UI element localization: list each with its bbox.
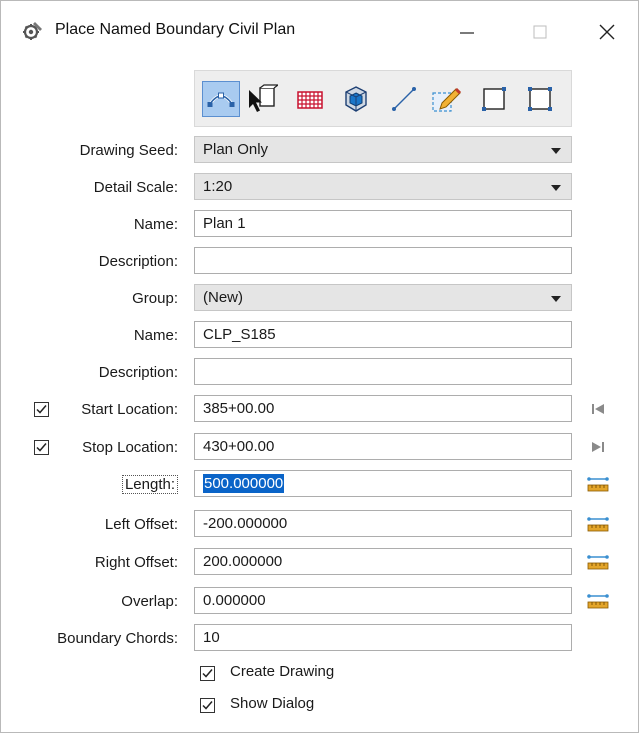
drawing-name-input[interactable]: Plan 1: [194, 210, 572, 237]
create-drawing-label[interactable]: Create Drawing: [230, 663, 334, 680]
create-drawing-checkbox[interactable]: [200, 666, 215, 681]
grid-tool-icon: [297, 91, 323, 109]
ruler-icon: [587, 594, 609, 609]
start-location-input[interactable]: 385+00.00: [194, 395, 572, 422]
group-value: (New): [203, 289, 243, 306]
chevron-down-icon: [551, 185, 561, 191]
length-measure-button[interactable]: [587, 473, 609, 495]
right-offset-measure-button[interactable]: [587, 551, 609, 573]
close-button[interactable]: [587, 11, 627, 53]
drawing-seed-label: Drawing Seed:: [79, 142, 178, 159]
drawing-seed-value: Plan Only: [203, 141, 269, 158]
checkmark-icon: [36, 405, 47, 414]
drawing-description-input[interactable]: [194, 247, 572, 274]
checkmark-icon: [202, 669, 213, 678]
go-to-start-icon: [592, 404, 604, 414]
shape-tool-button[interactable]: [523, 82, 557, 116]
length-value: 500.000000: [203, 474, 285, 493]
civil-plan-tool-icon: [207, 92, 235, 107]
length-label: Length:: [121, 475, 178, 494]
right-offset-input[interactable]: 200.000000: [194, 548, 572, 575]
ruler-icon: [587, 477, 609, 492]
group-description-label: Description:: [98, 364, 178, 381]
ruler-icon: [587, 555, 609, 570]
go-to-end-icon: [592, 442, 604, 452]
gear-wrench-icon: [21, 19, 45, 43]
stop-location-pick-button[interactable]: [587, 436, 609, 458]
start-location-pick-button[interactable]: [587, 398, 609, 420]
start-location-checkbox[interactable]: [34, 402, 49, 417]
group-description-input[interactable]: [194, 358, 572, 385]
left-offset-label: Left Offset:: [104, 516, 178, 533]
stop-location-label: Stop Location:: [82, 439, 178, 456]
select-element-button[interactable]: [245, 82, 279, 116]
length-input[interactable]: 500.000000: [194, 470, 572, 497]
group-label: Group:: [132, 290, 178, 307]
overlap-label: Overlap:: [121, 593, 178, 610]
ruler-icon: [587, 517, 609, 532]
drawing-description-label: Description:: [98, 253, 178, 270]
line-tool-button[interactable]: [387, 82, 421, 116]
3d-box-tool-icon: [345, 86, 367, 112]
chevron-down-icon: [551, 148, 561, 154]
title-bar: Place Named Boundary Civil Plan: [1, 1, 638, 63]
detail-scale-select[interactable]: 1:20: [194, 173, 572, 200]
show-dialog-checkbox[interactable]: [200, 698, 215, 713]
rectangle-tool-icon: [482, 87, 506, 111]
select-element-icon: [249, 84, 278, 112]
rectangle-tool-button[interactable]: [477, 82, 511, 116]
grid-tool-button[interactable]: [293, 82, 327, 116]
edit-region-button[interactable]: [429, 82, 463, 116]
close-icon: [599, 24, 615, 40]
chevron-down-icon: [551, 296, 561, 302]
minimize-icon: [460, 32, 474, 34]
method-toolbar: [194, 70, 572, 127]
detail-scale-value: 1:20: [203, 178, 233, 195]
drawing-seed-select[interactable]: Plan Only: [194, 136, 572, 163]
stop-location-input[interactable]: 430+00.00: [194, 433, 572, 460]
length-label-wrap: Length:: [121, 475, 178, 494]
show-dialog-label[interactable]: Show Dialog: [230, 695, 314, 712]
window-title: Place Named Boundary Civil Plan: [55, 21, 296, 38]
detail-scale-label: Detail Scale:: [93, 179, 178, 196]
overlap-input[interactable]: 0.000000: [194, 587, 572, 614]
boundary-chords-input[interactable]: 10: [194, 624, 572, 651]
overlap-measure-button[interactable]: [587, 590, 609, 612]
start-location-label: Start Location:: [81, 401, 178, 418]
edit-region-icon: [432, 87, 462, 112]
civil-plan-tool-button[interactable]: [202, 81, 240, 117]
group-name-label: Name:: [133, 327, 178, 344]
line-tool-icon: [392, 87, 416, 111]
checkmark-icon: [36, 443, 47, 452]
group-select[interactable]: (New): [194, 284, 572, 311]
3d-box-tool-button[interactable]: [339, 82, 373, 116]
right-offset-label: Right Offset:: [94, 554, 178, 571]
maximize-button[interactable]: [520, 11, 560, 53]
left-offset-measure-button[interactable]: [587, 513, 609, 535]
group-name-input[interactable]: CLP_S185: [194, 321, 572, 348]
maximize-icon: [533, 25, 547, 39]
drawing-name-label: Name:: [133, 216, 178, 233]
minimize-button[interactable]: [447, 11, 487, 53]
boundary-chords-label: Boundary Chords:: [57, 630, 178, 647]
place-named-boundary-dialog: Place Named Boundary Civil Plan Drawing …: [0, 0, 639, 733]
left-offset-input[interactable]: -200.000000: [194, 510, 572, 537]
stop-location-checkbox[interactable]: [34, 440, 49, 455]
shape-tool-icon: [528, 87, 552, 111]
checkmark-icon: [202, 701, 213, 710]
